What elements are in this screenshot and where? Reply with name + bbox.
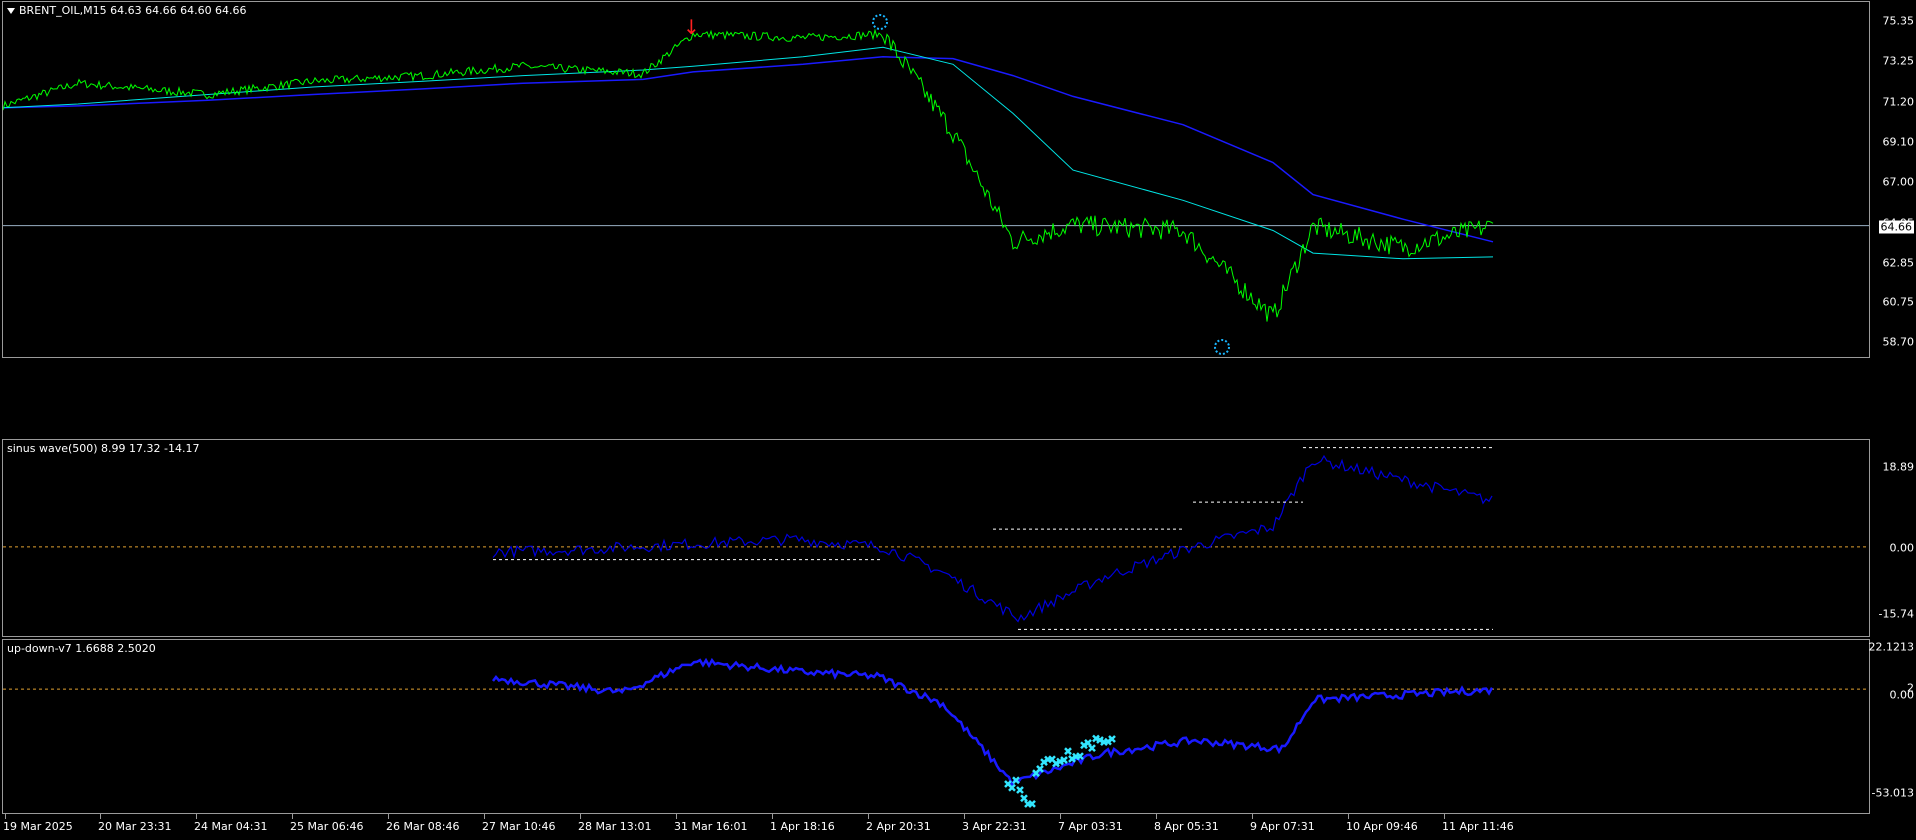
x-tick-mark <box>580 814 581 819</box>
updown-svg <box>3 657 1869 808</box>
x-tick-label: 7 Apr 03:31 <box>1058 820 1123 833</box>
x-tick-label: 3 Apr 22:31 <box>962 820 1027 833</box>
updown-tick: -53.013 <box>1871 786 1914 800</box>
updown-tick: 0.00 <box>1889 688 1915 702</box>
x-tick-mark <box>1156 814 1157 819</box>
x-tick-mark <box>1252 814 1253 819</box>
price-line <box>3 28 1494 322</box>
x-tick-mark <box>1348 814 1349 819</box>
x-tick-mark <box>676 814 677 819</box>
sinus-tick: -15.74 <box>1878 607 1914 621</box>
x-tick-mark <box>484 814 485 819</box>
cross-marker-icon <box>1016 786 1024 794</box>
fast-ma-line <box>3 46 1494 260</box>
cross-marker-icon <box>1088 744 1096 752</box>
x-tick-mark <box>196 814 197 819</box>
price-chart-svg <box>3 14 1869 355</box>
sinus-wave-panel[interactable]: sinus wave(500) 8.99 17.32 -14.17 <box>2 439 1870 637</box>
x-tick-label: 31 Mar 16:01 <box>674 820 748 833</box>
gear-marker-icon <box>872 14 888 30</box>
price-tick: 75.35 <box>1882 14 1915 28</box>
x-tick-mark <box>964 814 965 819</box>
symbol-ohlc-label: BRENT_OIL,M15 64.63 64.66 64.60 64.66 <box>19 4 247 17</box>
x-tick-mark <box>772 814 773 819</box>
x-tick-mark <box>100 814 101 819</box>
x-tick-mark <box>1060 814 1061 819</box>
current-price-tag: 64.66 <box>1878 220 1914 234</box>
sinus-wave-svg <box>3 447 1869 630</box>
updown-tick: 22.1213 <box>1868 640 1915 654</box>
updown-panel[interactable]: up-down-v7 1.6688 2.5020 <box>2 639 1870 814</box>
gear-marker-icon <box>1214 339 1230 355</box>
cross-marker-icon <box>1028 799 1036 808</box>
price-tick: 67.00 <box>1882 175 1915 189</box>
x-tick-mark <box>292 814 293 819</box>
updown-panel-label: up-down-v7 1.6688 2.5020 <box>7 642 156 655</box>
x-tick-label: 19 Mar 2025 <box>3 820 73 833</box>
collapse-triangle-icon[interactable] <box>7 8 15 14</box>
x-tick-label: 28 Mar 13:01 <box>578 820 652 833</box>
sinus-wave-line <box>492 454 1493 623</box>
x-tick-label: 25 Mar 06:46 <box>290 820 364 833</box>
x-tick-mark <box>868 814 869 819</box>
sinus-tick: 0.00 <box>1889 541 1915 555</box>
x-tick-label: 9 Apr 07:31 <box>1250 820 1315 833</box>
sinus-y-axis: 18.89 0.00 -15.74 <box>1870 439 1916 637</box>
sinus-panel-label: sinus wave(500) 8.99 17.32 -14.17 <box>7 442 200 455</box>
main-chart-panel[interactable]: BRENT_OIL,M15 64.63 64.66 64.60 64.66 ↓ <box>2 1 1870 358</box>
updown-line <box>492 657 1494 788</box>
x-tick-mark <box>1444 814 1445 819</box>
x-tick-label: 24 Mar 04:31 <box>194 820 268 833</box>
price-tick: 69.10 <box>1882 135 1915 149</box>
slow-ma-line <box>3 56 1494 243</box>
sinus-tick: 18.89 <box>1882 460 1915 474</box>
x-tick-label: 27 Mar 10:46 <box>482 820 556 833</box>
x-tick-label: 10 Apr 09:46 <box>1346 820 1418 833</box>
price-tick: 58.70 <box>1882 335 1915 349</box>
cross-marker-icon <box>1064 747 1072 756</box>
main-y-axis: 75.3573.2571.2069.1067.0064.9562.8560.75… <box>1870 1 1916 358</box>
x-tick-label: 11 Apr 11:46 <box>1442 820 1514 833</box>
x-tick-mark <box>388 814 389 819</box>
x-tick-label: 26 Mar 08:46 <box>386 820 460 833</box>
price-tick: 62.85 <box>1882 256 1915 270</box>
price-tick: 60.75 <box>1882 295 1915 309</box>
x-tick-label: 8 Apr 05:31 <box>1154 820 1219 833</box>
time-axis: 19 Mar 2025 20 Mar 23:31 24 Mar 04:31 25 Ma… <box>0 814 1870 840</box>
x-tick-mark <box>5 814 6 819</box>
x-tick-label: 2 Apr 20:31 <box>866 820 931 833</box>
main-panel-label: BRENT_OIL,M15 64.63 64.66 64.60 64.66 <box>7 4 247 17</box>
x-tick-label: 1 Apr 18:16 <box>770 820 835 833</box>
price-tick: 73.25 <box>1882 54 1915 68</box>
price-tick: 71.20 <box>1882 95 1915 109</box>
cross-marker-icon <box>1036 765 1044 773</box>
sell-arrow-icon: ↓ <box>683 15 700 39</box>
updown-y-axis: 22.1213 2 0.00 -53.013 <box>1868 639 1916 814</box>
x-tick-label: 20 Mar 23:31 <box>98 820 172 833</box>
